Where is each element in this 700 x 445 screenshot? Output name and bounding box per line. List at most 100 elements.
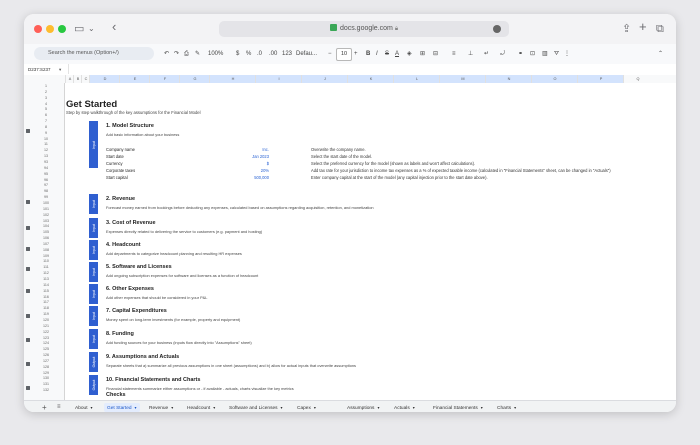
formula-input[interactable] bbox=[68, 64, 669, 74]
group-toggle-icon[interactable] bbox=[26, 314, 30, 318]
font-size-input[interactable]: 10 bbox=[336, 48, 352, 61]
font-increase-icon[interactable]: + bbox=[354, 48, 358, 60]
tab-about[interactable]: About ▾ bbox=[72, 403, 96, 412]
increase-decimal-button[interactable]: .00 bbox=[269, 48, 277, 60]
comment-icon[interactable]: ⊡ bbox=[530, 48, 535, 60]
group-toggle-icon[interactable] bbox=[26, 200, 30, 204]
paint-format-icon[interactable]: ✎ bbox=[195, 48, 200, 60]
wrap-icon[interactable]: ↵ bbox=[484, 48, 489, 60]
tab-charts[interactable]: Charts ▾ bbox=[494, 403, 519, 412]
column-header-m[interactable]: M bbox=[439, 75, 486, 83]
column-header-j[interactable]: J bbox=[301, 75, 348, 83]
menu-search-input[interactable]: Search the menus (Option+/) bbox=[34, 47, 154, 60]
group-toggle-icon[interactable] bbox=[26, 226, 30, 230]
group-toggle-icon[interactable] bbox=[26, 267, 30, 271]
valign-icon[interactable]: ⊥ bbox=[468, 48, 473, 60]
column-header-k[interactable]: K bbox=[347, 75, 394, 83]
share-icon[interactable]: ⇪ bbox=[622, 21, 631, 37]
tab-software-and-licenses[interactable]: Software and Licenses ▾ bbox=[226, 403, 286, 412]
column-header-e[interactable]: E bbox=[119, 75, 150, 83]
address-bar[interactable]: docs.google.com 🔒︎ bbox=[219, 21, 509, 37]
all-sheets-icon[interactable]: ≡ bbox=[57, 403, 61, 412]
row-header[interactable]: 132 bbox=[32, 388, 60, 394]
group-toggle-icon[interactable] bbox=[26, 338, 30, 342]
column-header-q[interactable]: Q bbox=[623, 75, 652, 83]
chevron-down-icon[interactable]: ▾ bbox=[377, 405, 379, 410]
chart-icon[interactable]: ▥ bbox=[542, 48, 548, 60]
tab-capex[interactable]: Capex ▾ bbox=[294, 403, 319, 412]
group-toggle-icon[interactable] bbox=[26, 247, 30, 251]
group-toggle-icon[interactable] bbox=[26, 386, 30, 390]
chevron-down-icon[interactable]: ▾ bbox=[281, 405, 283, 410]
setting-value[interactable]: Jan 2023 bbox=[235, 154, 269, 159]
minimize-window-button[interactable] bbox=[46, 25, 54, 33]
tab-get-started[interactable]: Get Started ▾ bbox=[104, 403, 140, 412]
filter-icon[interactable]: ⛛ bbox=[554, 48, 559, 60]
number-format-button[interactable]: 123 bbox=[282, 48, 292, 60]
chevron-down-icon[interactable]: ⌄ bbox=[88, 21, 95, 37]
column-header-h[interactable]: H bbox=[209, 75, 256, 83]
sidebar-toggle-icon[interactable]: ▭ bbox=[74, 21, 84, 37]
sheet-grid[interactable]: Get Started Step by step walkthrough of … bbox=[65, 83, 676, 400]
column-header-f[interactable]: F bbox=[149, 75, 180, 83]
collapse-toolbar-icon[interactable]: ⌃ bbox=[658, 48, 663, 60]
chevron-down-icon[interactable]: ▾ bbox=[171, 405, 173, 410]
name-box[interactable]: D237:S237 bbox=[28, 65, 51, 74]
column-header-p[interactable]: P bbox=[577, 75, 624, 83]
setting-value[interactable]: Inc. bbox=[235, 147, 269, 152]
chevron-down-icon[interactable]: ▾ bbox=[91, 405, 93, 410]
decrease-decimal-button[interactable]: .0 bbox=[257, 48, 262, 60]
undo-icon[interactable]: ↶ bbox=[164, 48, 169, 60]
column-header-i[interactable]: I bbox=[255, 75, 302, 83]
column-header-d[interactable]: D bbox=[89, 75, 120, 83]
percent-format-button[interactable]: % bbox=[246, 48, 251, 60]
print-icon[interactable]: ⎙ bbox=[184, 48, 189, 60]
new-tab-icon[interactable]: + bbox=[639, 19, 647, 35]
rotate-icon[interactable]: ⤾ bbox=[500, 48, 505, 60]
zoom-window-button[interactable] bbox=[58, 25, 66, 33]
group-toggle-icon[interactable] bbox=[26, 129, 30, 133]
chevron-down-icon[interactable]: ▾ bbox=[314, 405, 316, 410]
tab-financial-statements[interactable]: Financial Statements ▾ bbox=[430, 403, 486, 412]
group-toggle-icon[interactable] bbox=[26, 289, 30, 293]
setting-value[interactable]: 500,000 bbox=[235, 175, 269, 180]
link-icon[interactable]: ⚭ bbox=[518, 48, 523, 60]
column-header-n[interactable]: N bbox=[485, 75, 532, 83]
currency-format-button[interactable]: $ bbox=[236, 48, 239, 60]
column-header-l[interactable]: L bbox=[393, 75, 440, 83]
chevron-down-icon[interactable]: ▾ bbox=[481, 405, 483, 410]
group-toggle-icon[interactable] bbox=[26, 362, 30, 366]
tab-revenue[interactable]: Revenue ▾ bbox=[146, 403, 176, 412]
add-sheet-icon[interactable]: + bbox=[42, 403, 47, 412]
chevron-down-icon[interactable]: ▾ bbox=[413, 405, 415, 410]
align-icon[interactable]: ≡ bbox=[452, 48, 456, 60]
select-all-corner[interactable] bbox=[24, 75, 64, 83]
chevron-down-icon[interactable]: ▾ bbox=[514, 405, 516, 410]
text-color-icon[interactable]: A bbox=[395, 48, 399, 60]
strikethrough-icon[interactable]: S bbox=[385, 48, 389, 60]
column-header-g[interactable]: G bbox=[179, 75, 210, 83]
font-select[interactable]: Defau... bbox=[296, 48, 317, 60]
tab-headcount[interactable]: Headcount ▾ bbox=[184, 403, 218, 412]
back-icon[interactable]: ‹ bbox=[112, 19, 116, 35]
setting-value[interactable]: 20% bbox=[235, 168, 269, 173]
extension-icon[interactable] bbox=[493, 25, 501, 33]
bold-icon[interactable]: B bbox=[366, 48, 370, 60]
merge-cells-icon[interactable]: ⊟ bbox=[433, 48, 438, 60]
chevron-down-icon[interactable]: ▾ bbox=[135, 405, 137, 410]
tab-assumptions[interactable]: Assumptions ▾ bbox=[344, 403, 382, 412]
italic-icon[interactable]: I bbox=[376, 48, 378, 60]
zoom-select[interactable]: 100% bbox=[208, 48, 223, 60]
more-icon[interactable]: ⋮ bbox=[564, 48, 570, 60]
column-header-o[interactable]: O bbox=[531, 75, 578, 83]
close-window-button[interactable] bbox=[34, 25, 42, 33]
redo-icon[interactable]: ↷ bbox=[174, 48, 179, 60]
borders-icon[interactable]: ⊞ bbox=[420, 48, 425, 60]
fill-color-icon[interactable]: ◈ bbox=[407, 48, 412, 60]
setting-value[interactable]: $ bbox=[235, 161, 269, 166]
chevron-down-icon[interactable]: ▾ bbox=[213, 405, 215, 410]
font-decrease-icon[interactable]: − bbox=[328, 48, 332, 60]
name-box-dropdown-icon[interactable]: ▾ bbox=[59, 65, 61, 74]
tab-actuals[interactable]: Actuals ▾ bbox=[391, 403, 418, 412]
tab-overview-icon[interactable]: ⧉ bbox=[656, 21, 664, 37]
